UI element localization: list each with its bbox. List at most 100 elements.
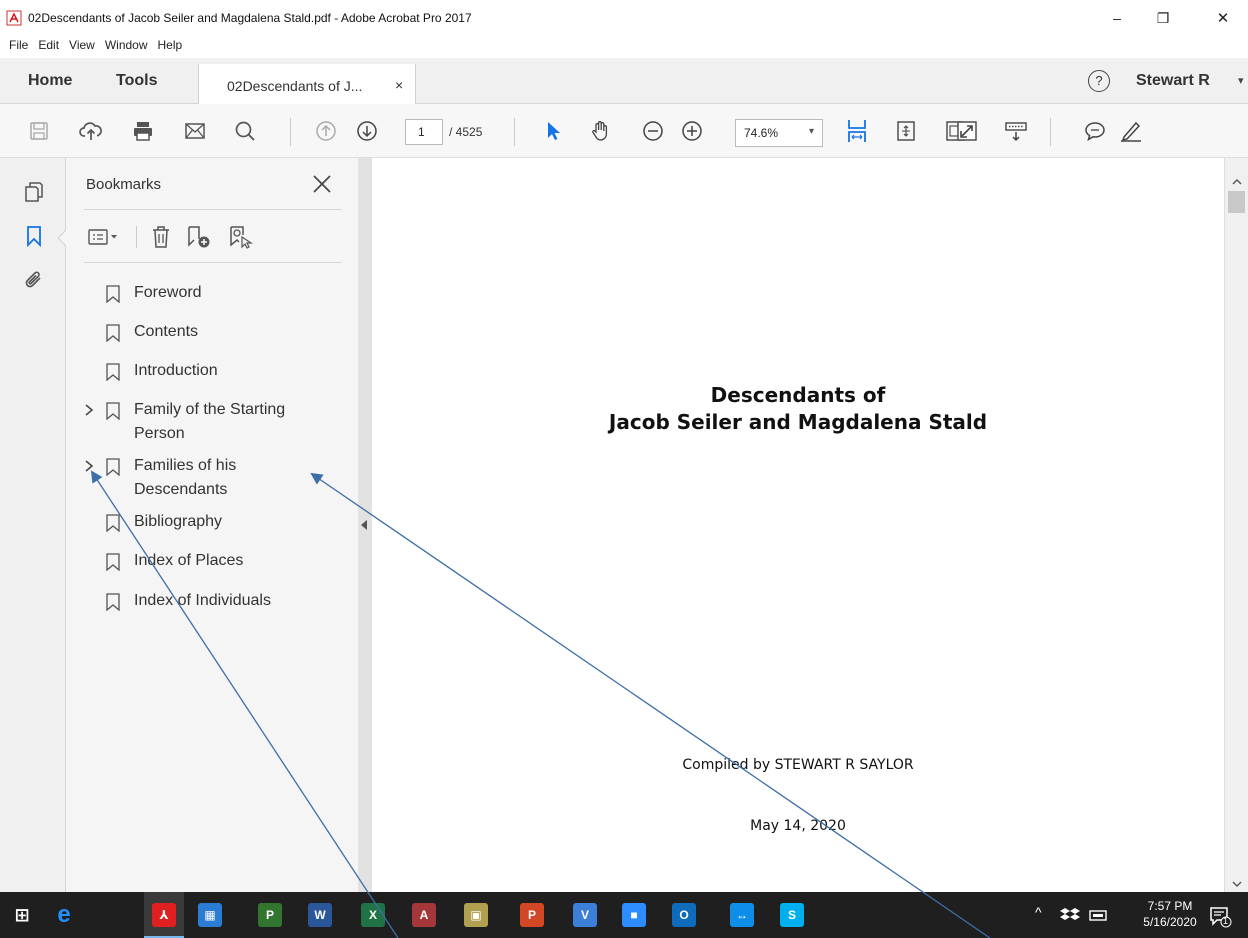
full-screen-mode-button[interactable] [954, 118, 980, 144]
powerpoint-taskbar-button[interactable]: P [518, 901, 546, 929]
bookmark-icon [106, 553, 120, 571]
chevron-down-icon: ▾ [808, 126, 814, 137]
document-title-line1: Descendants of [710, 383, 886, 407]
menu-window[interactable]: Window [100, 36, 153, 58]
panel-pointer-icon [58, 230, 66, 246]
skype-taskbar-button[interactable]: S [778, 901, 806, 929]
bookmark-label: Bibliography [134, 513, 223, 530]
bookmark-from-selection-button[interactable] [228, 224, 254, 250]
find-button[interactable] [232, 118, 258, 144]
zoom-taskbar-button[interactable]: ■ [620, 901, 648, 929]
word-taskbar-button[interactable]: W [306, 901, 334, 929]
bookmark-label: Family of the Starting [134, 401, 286, 418]
menu-file[interactable]: File [4, 36, 33, 58]
menu-help[interactable]: Help [153, 36, 188, 58]
new-bookmark-icon [188, 226, 210, 248]
windows-start-taskbar-button[interactable]: ⊞ [8, 901, 36, 929]
bookmarks-panel-button[interactable] [22, 224, 46, 248]
fit-page-width-button[interactable] [844, 118, 870, 144]
outlook-contacts-icon: ▦ [198, 903, 222, 927]
acrobat-taskbar-button[interactable]: ⅄ [150, 901, 178, 929]
zoom-icon: ■ [622, 903, 646, 927]
highlight-button[interactable] [1118, 118, 1144, 144]
tab-tools[interactable]: Tools [116, 72, 157, 90]
tab-close-icon[interactable]: × [395, 77, 403, 93]
dropbox-icon[interactable] [1060, 906, 1080, 924]
menu-view[interactable]: View [64, 36, 100, 58]
bookmark-label: Index of Individuals [134, 592, 271, 609]
outlook-taskbar-button[interactable]: O [670, 901, 698, 929]
panel-splitter[interactable] [358, 158, 372, 892]
menu-edit[interactable]: Edit [33, 36, 64, 58]
notifications-icon[interactable] [1208, 904, 1232, 928]
windows-taskbar: ⊞ e ⅄ ▦ P W X A ▣ P V ■ O ↔ S ^ 7:57 PM 5/16/2020 1 [0, 892, 1248, 938]
scroll-down-icon[interactable] [1231, 880, 1243, 888]
outlook-contacts-taskbar-button[interactable]: ▦ [196, 901, 224, 929]
comment-button[interactable] [1082, 118, 1108, 144]
email-button[interactable] [182, 118, 208, 144]
project-icon: P [258, 903, 282, 927]
teamviewer-taskbar-button[interactable]: ↔ [728, 901, 756, 929]
tab-home[interactable]: Home [28, 72, 72, 90]
network-icon[interactable] [1088, 907, 1108, 923]
page-number-input[interactable]: 1 [405, 119, 443, 145]
page-thumbnails-button[interactable] [22, 180, 46, 204]
vertical-scrollbar[interactable] [1224, 158, 1248, 892]
close-icon: ✕ [1216, 10, 1230, 27]
fit-width-icon [848, 120, 866, 142]
speech-bubble-icon [1085, 122, 1105, 142]
previous-page-button[interactable] [313, 118, 339, 144]
user-menu-arrow-icon[interactable]: ▾ [1238, 74, 1244, 87]
visual-studio-code-taskbar-button[interactable]: V [571, 901, 599, 929]
envelope-icon [185, 123, 205, 139]
close-window-button[interactable]: ✕ [1200, 4, 1246, 32]
hand-tool-button[interactable] [588, 118, 614, 144]
scrollbar-thumb[interactable] [1228, 191, 1245, 213]
trash-icon [153, 226, 169, 248]
project-taskbar-button[interactable]: P [256, 901, 284, 929]
bookmark-icon [106, 514, 120, 532]
arrow-down-circle-icon [357, 121, 377, 141]
zoom-level-select[interactable]: 74.6% ▾ [735, 119, 823, 147]
bookmark-label: Contents [134, 323, 199, 340]
menu-bar: File Edit View Window Help [0, 36, 1248, 58]
save-button[interactable] [26, 118, 52, 144]
bookmark-icon [27, 226, 41, 247]
tab-document[interactable]: 02Descendants of J... × [198, 64, 416, 104]
options-list-icon [88, 229, 117, 245]
user-menu[interactable]: Stewart R [1136, 72, 1210, 90]
upload-cloud-button[interactable] [78, 118, 104, 144]
publisher-taskbar-button[interactable]: ▣ [462, 901, 490, 929]
print-button[interactable] [130, 118, 156, 144]
minimize-button[interactable]: – [1094, 4, 1140, 32]
excel-taskbar-button[interactable]: X [359, 901, 387, 929]
chevron-right-icon[interactable] [82, 400, 96, 420]
bookmark-search-icon [230, 226, 253, 249]
acrobat-app-icon [6, 10, 22, 26]
new-bookmark-button[interactable] [186, 224, 212, 250]
tray-overflow-icon[interactable]: ^ [1035, 904, 1042, 920]
bookmark-options-button[interactable] [86, 224, 126, 250]
collapse-panel-icon[interactable] [361, 520, 367, 530]
clock-time: 7:57 PM [1147, 899, 1193, 913]
minimize-icon: – [1113, 10, 1121, 26]
system-clock[interactable]: 7:57 PM 5/16/2020 [1140, 898, 1200, 930]
bookmark-label-line2: Person [134, 425, 185, 442]
zoom-in-button[interactable] [679, 118, 705, 144]
delete-bookmark-button[interactable] [148, 224, 174, 250]
help-button[interactable]: ? [1088, 70, 1110, 92]
bookmark-label: Index of Places [134, 552, 244, 569]
restore-button[interactable]: ❐ [1140, 4, 1186, 32]
zoom-out-button[interactable] [640, 118, 666, 144]
scroll-up-icon[interactable] [1231, 178, 1243, 186]
access-taskbar-button[interactable]: A [410, 901, 438, 929]
attachments-button[interactable] [22, 268, 46, 292]
select-tool-button[interactable] [540, 118, 566, 144]
minus-circle-icon [643, 121, 663, 141]
edge-taskbar-button[interactable]: e [50, 901, 78, 929]
read-mode-button[interactable] [1003, 118, 1029, 144]
chevron-right-icon[interactable] [82, 456, 96, 476]
scrolling-mode-button[interactable] [893, 118, 919, 144]
next-page-button[interactable] [354, 118, 380, 144]
close-bookmarks-button[interactable] [310, 172, 334, 196]
